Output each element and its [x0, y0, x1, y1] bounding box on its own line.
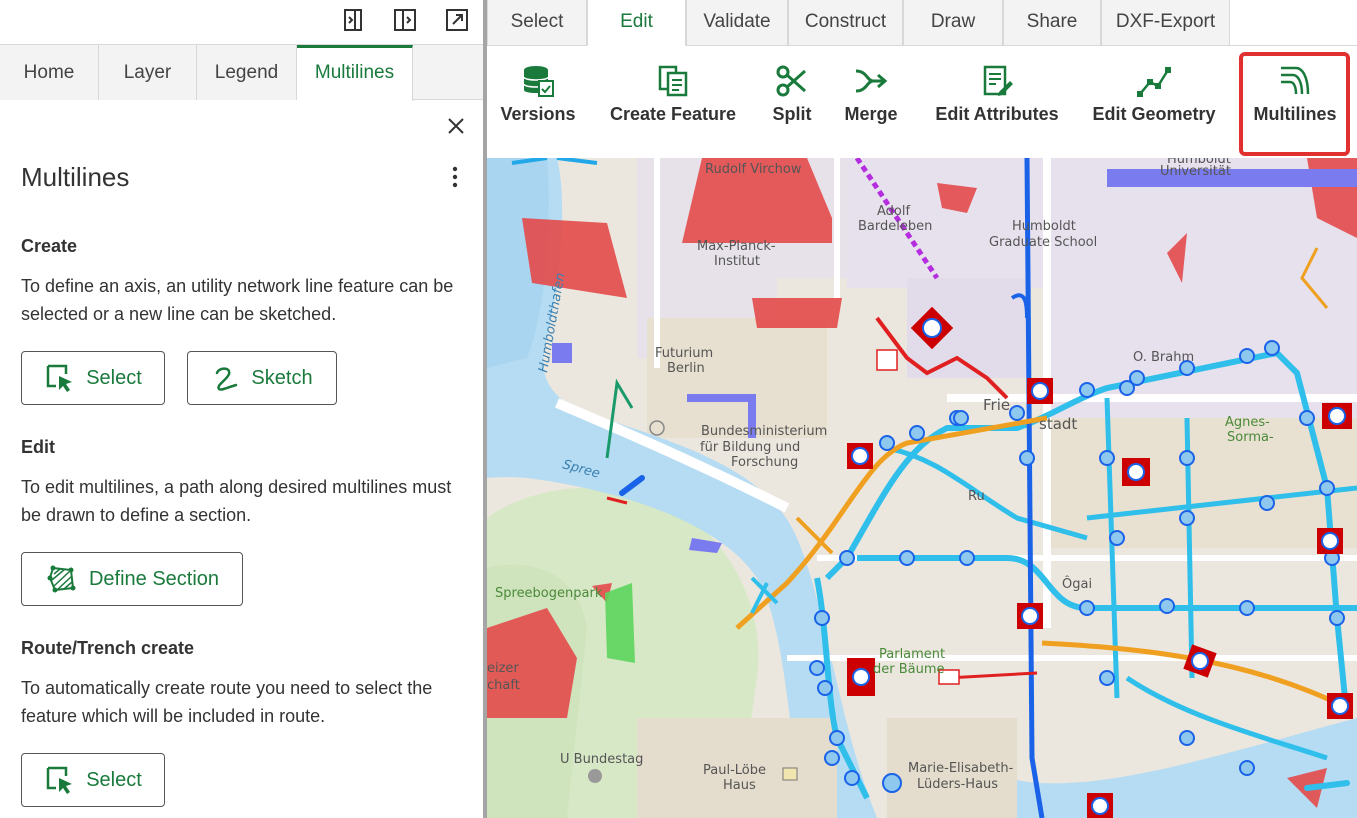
multilines-label: Multilines — [1253, 104, 1337, 124]
map-label-parlament: Parlament — [879, 647, 945, 662]
map-label-futurium: Futurium — [655, 346, 713, 361]
ribbon-toolbar: Versions Create Feature Split Merge Edit… — [487, 46, 1357, 158]
left-panel: Home Layer Legend Multilines Multilines … — [0, 0, 483, 818]
dock-left-icon[interactable] — [340, 7, 366, 33]
ribbon-tab-select[interactable]: Select — [487, 0, 587, 46]
panel-toolbar — [0, 0, 483, 44]
map-label-ogai: Ôgai — [1062, 576, 1092, 592]
app-window: Home Layer Legend Multilines Multilines … — [0, 0, 1357, 818]
route-description: To automatically create route you need t… — [21, 678, 433, 726]
versions-icon — [523, 66, 554, 97]
versions-label: Versions — [500, 104, 576, 124]
map-label-max-planck-2: Institut — [714, 254, 760, 269]
route-select-button[interactable]: Select — [21, 753, 165, 807]
edit-description: To edit multilines, a path along desired… — [21, 477, 452, 525]
map-label-max-planck: Max-Planck- — [697, 239, 776, 254]
create-select-button[interactable]: Select — [21, 351, 165, 405]
map-canvas[interactable]: Rudolf Virchow Adolf Bardeleben Humboldt… — [487, 158, 1357, 818]
ribbon-tab-bar: Select Edit Validate Construct Draw Shar… — [487, 0, 1357, 46]
edit-attributes-button[interactable]: Edit Attributes — [929, 64, 1065, 154]
select-cursor-icon — [46, 766, 73, 794]
building-icon — [782, 767, 798, 781]
define-section-button[interactable]: Define Section — [21, 552, 243, 606]
create-select-label: Select — [86, 366, 142, 389]
route-select-label: Select — [86, 768, 142, 791]
sketch-icon — [216, 367, 238, 391]
versions-button[interactable]: Versions — [497, 64, 579, 154]
map-label-paul-loebe-2: Haus — [723, 778, 756, 793]
map-label-schweizer: eizer — [487, 661, 519, 676]
define-section-icon — [47, 565, 76, 593]
map-label-humboldt-uni-2: Universität — [1160, 164, 1231, 179]
subway-icon — [588, 769, 602, 783]
map-label-o-brahm: O. Brahm — [1133, 350, 1194, 365]
map-label-bardeleben: Adolf — [877, 204, 910, 219]
map-label-friedrichstadt-2: stadt — [1039, 415, 1077, 433]
map-label-parlament-2: der Bäume — [873, 662, 945, 677]
map-label-friedrichstadt: Frie — [983, 396, 1010, 414]
merge-icon — [855, 69, 888, 93]
multilines-icon — [1281, 66, 1310, 95]
map-label-me-lueders-2: Lüders-Haus — [917, 777, 998, 792]
select-cursor-icon — [46, 364, 73, 392]
edit-attributes-icon — [983, 65, 1013, 96]
sketch-button[interactable]: Sketch — [187, 351, 337, 405]
split-label: Split — [772, 104, 812, 124]
create-feature-label: Create Feature — [609, 104, 737, 124]
panel-title: Multilines — [21, 162, 130, 192]
close-icon[interactable] — [444, 114, 468, 138]
split-button[interactable]: Split — [765, 64, 819, 154]
create-feature-icon — [658, 65, 688, 97]
ribbon-tab-dxf-export[interactable]: DXF-Export — [1101, 0, 1230, 46]
map-label-humboldt-grad-2: Graduate School — [989, 235, 1097, 250]
map-label-virchow: Rudolf Virchow — [705, 162, 802, 177]
map-label-spreebogenpark: Spreebogenpark — [495, 586, 603, 601]
define-section-label: Define Section — [88, 567, 220, 590]
map-label-paul-loebe: Paul-Löbe — [703, 763, 766, 778]
route-heading: Route/Trench create — [21, 638, 195, 658]
map-label-schweizer-2: chaft — [487, 678, 520, 693]
map-label-humboldt-grad: Humboldt — [1012, 219, 1076, 234]
edit-heading: Edit — [21, 437, 55, 457]
merge-button[interactable]: Merge — [839, 64, 903, 154]
tab-layer[interactable]: Layer — [99, 45, 197, 100]
map-label-bmbf-2: für Bildung und — [700, 440, 800, 455]
create-feature-button[interactable]: Create Feature — [605, 64, 741, 154]
create-heading: Create — [21, 236, 78, 256]
edit-geometry-icon — [1137, 67, 1171, 97]
map-label-agnes-2: Sorma- — [1227, 430, 1274, 445]
edit-geometry-label: Edit Geometry — [1092, 104, 1216, 124]
map-workspace: Select Edit Validate Construct Draw Shar… — [487, 0, 1357, 818]
map-label-bardeleben-2: Bardeleben — [858, 219, 932, 234]
map-label-me-lueders: Marie-Elisabeth- — [908, 761, 1014, 776]
ribbon-tab-draw[interactable]: Draw — [903, 0, 1003, 46]
map-label-u-bundestag: U Bundestag — [560, 752, 643, 767]
pop-out-icon[interactable] — [444, 7, 470, 33]
map-label-bmbf-3: Forschung — [731, 455, 798, 470]
edit-geometry-button[interactable]: Edit Geometry — [1089, 64, 1219, 154]
map-label-bmbf: Bundesministerium — [701, 424, 827, 439]
scissors-icon — [776, 65, 806, 97]
map-label-agnes: Agnes- — [1225, 415, 1270, 430]
more-options-icon[interactable] — [445, 164, 465, 190]
map-graphics: Rudolf Virchow Adolf Bardeleben Humboldt… — [487, 158, 1357, 818]
map-label-futurium-2: Berlin — [667, 361, 705, 376]
edit-attributes-label: Edit Attributes — [935, 104, 1059, 124]
sketch-label: Sketch — [251, 366, 313, 389]
tab-legend[interactable]: Legend — [197, 45, 297, 100]
ribbon-tab-share[interactable]: Share — [1003, 0, 1101, 46]
ribbon-tab-edit[interactable]: Edit — [587, 0, 686, 46]
multilines-button[interactable]: Multilines — [1251, 64, 1339, 154]
merge-label: Merge — [844, 104, 898, 124]
create-description: To define an axis, an utility network li… — [21, 276, 454, 324]
ribbon-tab-validate[interactable]: Validate — [686, 0, 788, 46]
tab-multilines[interactable]: Multilines — [297, 45, 413, 101]
ribbon-tab-construct[interactable]: Construct — [788, 0, 903, 46]
tab-home[interactable]: Home — [0, 45, 99, 100]
map-label-rue: Ru — [968, 489, 985, 504]
split-view-icon[interactable] — [392, 7, 418, 33]
left-tab-bar: Home Layer Legend Multilines — [0, 44, 483, 101]
